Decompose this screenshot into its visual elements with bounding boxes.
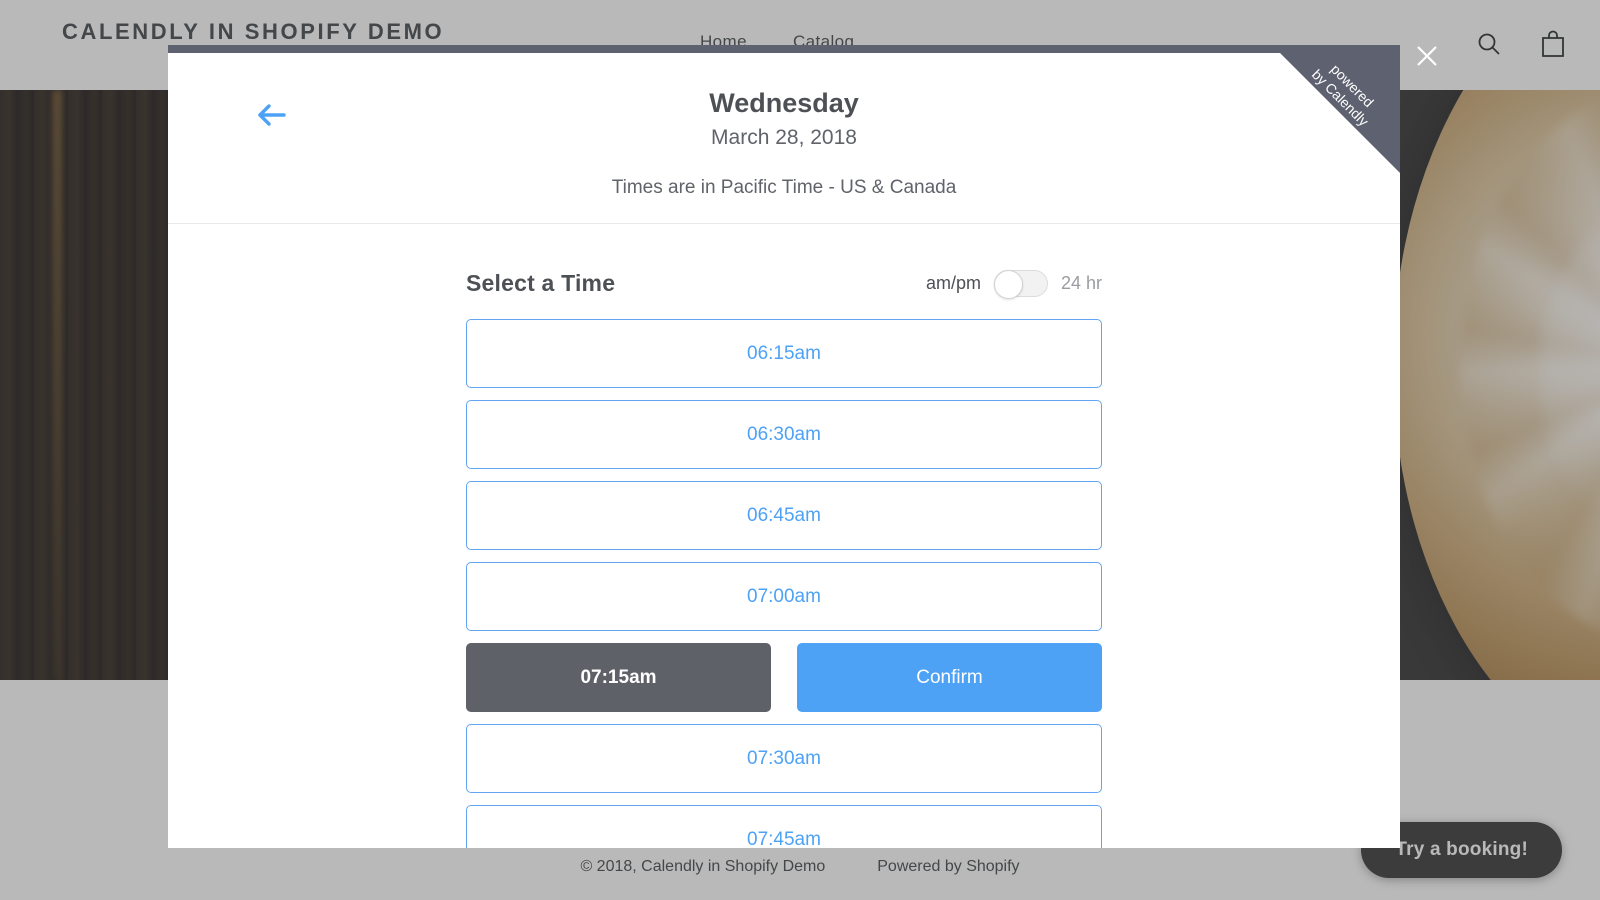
ampm-label: am/pm <box>925 273 981 293</box>
modal-body: Select a Time am/pm 24 hr 06:15am 06:30a… <box>168 224 1400 848</box>
time-format-switch[interactable] <box>993 270 1048 299</box>
time-slot-selected[interactable]: 07:15am <box>466 643 771 712</box>
screen: CALENDLY IN SHOPIFY DEMO Home Catalog © … <box>0 0 1600 900</box>
back-arrow-icon[interactable] <box>254 100 288 130</box>
time-slot[interactable]: 06:45am <box>466 481 1102 550</box>
time-slot[interactable]: 07:45am <box>466 805 1102 848</box>
24hr-label: 24 hr <box>1060 273 1102 293</box>
select-time-row: Select a Time am/pm 24 hr <box>466 224 1102 319</box>
time-format-toggle[interactable]: am/pm 24 hr <box>925 270 1102 299</box>
time-slot[interactable]: 07:00am <box>466 562 1102 631</box>
calendly-modal: powered by Calendly Wednesday March 28, … <box>168 45 1400 848</box>
time-slot[interactable]: 06:30am <box>466 400 1102 469</box>
time-slot[interactable]: 06:15am <box>466 319 1102 388</box>
select-time-title: Select a Time <box>466 270 616 296</box>
time-slot[interactable]: 07:30am <box>466 724 1102 793</box>
selected-day-name: Wednesday <box>709 88 859 118</box>
modal-header: Wednesday March 28, 2018 Times are in Pa… <box>168 53 1400 223</box>
confirm-button[interactable]: Confirm <box>797 643 1102 712</box>
selected-slot-row: 07:15am Confirm <box>466 643 1102 712</box>
close-icon[interactable] <box>1413 42 1441 70</box>
selected-day-date: March 28, 2018 <box>711 126 857 149</box>
switch-knob <box>993 270 1023 299</box>
time-slot-list: 06:15am 06:30am 06:45am 07:00am 07:15am … <box>466 319 1102 848</box>
modal-header-text: Wednesday March 28, 2018 Times are in Pa… <box>168 53 1400 199</box>
timezone-note: Times are in Pacific Time - US & Canada <box>611 177 957 198</box>
